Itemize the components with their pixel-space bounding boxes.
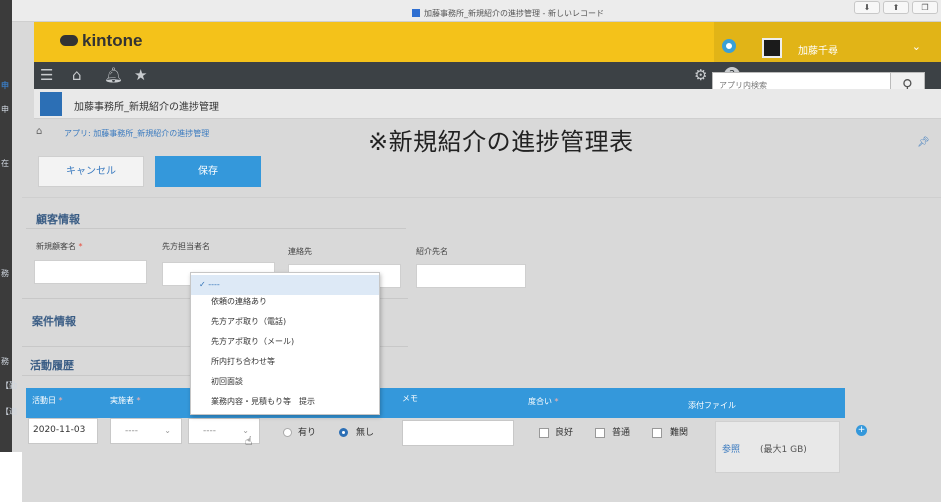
header-text: 活動日 — [32, 396, 56, 405]
dropdown-option[interactable]: 先方アポ取り（メール) — [191, 332, 379, 352]
required-mark: * — [56, 396, 63, 405]
background-app-strip: 申 申 在 務 務 【勤 【適 — [0, 0, 17, 502]
checkbox-hard-label: 難関 — [670, 428, 689, 438]
strip-text-4: 務 — [1, 269, 9, 278]
status-dropdown-menu: ✓ ---- 依頼の連絡あり 先方アポ取り（電話) 先方アポ取り（メール) 所内… — [190, 272, 380, 415]
col-person-header: 実施者 * — [110, 395, 141, 406]
home-icon[interactable]: ⌂ — [36, 126, 42, 137]
checkbox-normal-label: 普通 — [612, 428, 631, 438]
strip-text-1: 申 — [1, 81, 9, 90]
memo-field[interactable] — [402, 420, 514, 446]
browser-toolbar: 加藤事務所_新規紹介の進捗管理 - 新しいレコード ⬇ ⬆ ❐ — [12, 0, 941, 22]
gear-icon[interactable]: ⚙ — [694, 66, 707, 84]
chevron-down-icon: ⌄ — [164, 426, 171, 435]
dropdown-option[interactable]: 依頼の連絡あり — [191, 292, 379, 312]
kintone-header: kintone 加藤千尋 ⌄ — [34, 22, 941, 62]
dropdown-option[interactable]: 先方アポ取り（電話) — [191, 312, 379, 332]
radio-no[interactable] — [339, 428, 348, 437]
strip-text-6: 【勤 — [1, 381, 17, 390]
browser-window: { "browser": { "tab_title": "加藤事務所_新規紹介の… — [0, 0, 941, 502]
required-mark: * — [76, 242, 83, 251]
field-label-contact: 連絡先 — [288, 247, 312, 256]
field-label-new-customer: 新規顧客名 * — [36, 241, 83, 252]
save-button[interactable]: 保存 — [155, 156, 261, 187]
section-activity: 活動履歴 — [30, 359, 74, 372]
star-icon[interactable]: ★ — [134, 66, 147, 84]
select-value: ---- — [125, 426, 138, 436]
favicon-icon — [412, 9, 420, 17]
col-date-header: 活動日 * — [32, 395, 63, 406]
field-label-contact-person: 先方担当者名 — [162, 242, 210, 251]
background-panel — [0, 452, 22, 502]
logo-text: kintone — [82, 31, 143, 50]
user-menu[interactable]: 加藤千尋 ⌄ — [714, 22, 941, 62]
add-row-icon[interactable]: + — [856, 425, 867, 436]
strip-text-3: 在 — [1, 159, 9, 168]
required-mark: * — [134, 396, 141, 405]
radio-yes[interactable] — [283, 428, 292, 437]
user-name: 加藤千尋 — [798, 46, 838, 57]
section-customer: 顧客情報 — [36, 213, 80, 226]
kintone-logo[interactable]: kintone — [60, 31, 142, 51]
menu-icon[interactable]: ☰ — [40, 66, 53, 84]
col-attachment-header: 添付ファイル — [688, 401, 736, 410]
dropdown-option[interactable]: 所内打ち合わせ等 — [191, 352, 379, 372]
select-value: ---- — [203, 426, 216, 436]
person-select[interactable]: ---- ⌄ — [110, 418, 182, 444]
cloud-logo-icon — [60, 35, 78, 46]
pin-icon[interactable]: 📌︎ — [917, 137, 930, 148]
required-mark: * — [552, 397, 559, 406]
home-icon[interactable]: ⌂ — [72, 66, 82, 84]
bell-icon[interactable]: 🔔︎ — [104, 66, 123, 84]
tab-title-text: 加藤事務所_新規紹介の進捗管理 - 新しいレコード — [424, 9, 604, 18]
divider — [22, 375, 192, 376]
breadcrumb-app-link[interactable]: アプリ: 加藤事務所_新規紹介の進捗管理 — [64, 128, 209, 139]
col-memo-header: メモ — [402, 394, 418, 403]
new-customer-field[interactable] — [34, 260, 147, 284]
app-header: 加藤事務所_新規紹介の進捗管理 — [34, 89, 941, 119]
strip-text-2: 申 — [1, 105, 9, 114]
date-value: 2020-11-03 — [33, 425, 86, 435]
section-case: 案件情報 — [32, 315, 76, 328]
dropdown-option[interactable]: 業務内容・見積もり等 提示 — [191, 392, 379, 412]
checkbox-good[interactable] — [539, 428, 549, 438]
share-button[interactable]: ⬆ — [883, 1, 909, 14]
radio-no-label: 無し — [356, 428, 375, 438]
strip-text-7: 【適 — [1, 407, 17, 416]
field-label-referrer: 紹介先名 — [416, 247, 448, 256]
checkbox-good-label: 良好 — [555, 428, 574, 438]
checkbox-hard[interactable] — [652, 428, 662, 438]
cancel-button[interactable]: キャンセル — [38, 156, 144, 187]
max-size-text: (最大1 GB) — [760, 445, 807, 455]
app-title: 加藤事務所_新規紹介の進捗管理 — [74, 102, 219, 113]
chevron-down-icon[interactable]: ⌄ — [912, 40, 921, 53]
notification-ring-icon[interactable] — [722, 39, 736, 53]
checkbox-normal[interactable] — [595, 428, 605, 438]
download-button[interactable]: ⬇ — [854, 1, 880, 14]
browser-tab-title[interactable]: 加藤事務所_新規紹介の進捗管理 - 新しいレコード — [412, 8, 604, 19]
label-text: 新規顧客名 — [36, 242, 76, 251]
divider — [22, 197, 941, 198]
header-text: 度合い — [528, 397, 552, 406]
header-text: 実施者 — [110, 396, 134, 405]
tabs-button[interactable]: ❐ — [912, 1, 938, 14]
overlay-caption: ※新規紹介の進捗管理表 — [368, 128, 634, 156]
hand-cursor-icon: ☝ — [245, 434, 253, 448]
col-level-header: 度合い * — [528, 396, 559, 407]
activity-table-header: 活動日 * 実施者 * メモ 度合い * 添付ファイル — [26, 388, 845, 418]
avatar[interactable] — [762, 38, 782, 58]
divider — [26, 228, 406, 229]
app-book-icon — [40, 92, 62, 116]
radio-yes-label: 有り — [298, 428, 317, 438]
strip-text-5: 務 — [1, 357, 9, 366]
browse-link[interactable]: 参照 — [722, 442, 740, 455]
dropdown-option[interactable]: 初回面談 — [191, 372, 379, 392]
referrer-field[interactable] — [416, 264, 526, 288]
